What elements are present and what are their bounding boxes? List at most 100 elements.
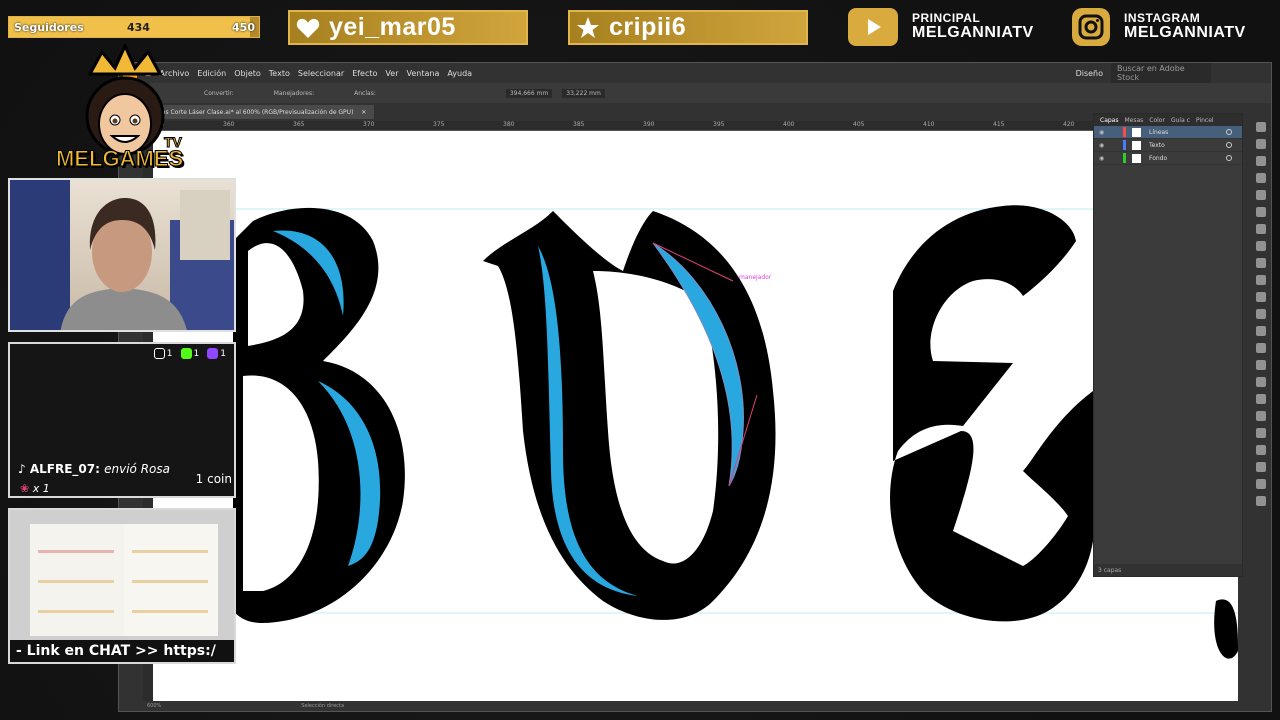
channel-logo-tv: TV	[164, 134, 183, 151]
menu-texto[interactable]: Texto	[269, 69, 290, 78]
horizontal-ruler: 355 360 365 370 375 380 385 390 395 400 …	[153, 121, 1093, 131]
layer-color-swatch	[1123, 153, 1126, 163]
right-tools-strip	[1251, 115, 1271, 705]
tab-brushes[interactable]: Pincel	[1196, 117, 1214, 124]
panel-icon[interactable]	[1256, 224, 1266, 234]
panel-icon[interactable]	[1256, 377, 1266, 387]
convert-label: Convertir:	[204, 89, 234, 97]
tab-artboards[interactable]: Mesas	[1124, 117, 1143, 124]
ruler-tick: 375	[433, 121, 445, 128]
ruler-tick: 420	[1063, 121, 1075, 128]
gift-coin: 1 coin	[195, 472, 232, 486]
panel-icon[interactable]	[1256, 190, 1266, 200]
y-input[interactable]: 33,222 mm	[562, 88, 605, 98]
heart-icon	[293, 13, 323, 43]
close-tab-icon[interactable]: ✕	[361, 109, 366, 116]
alerts-panel: 1 1 1 ♪ ALFRE_07: envió Rosa 1 coin ❀ x …	[8, 342, 236, 498]
panel-icon[interactable]	[1256, 496, 1266, 506]
menu-ayuda[interactable]: Ayuda	[447, 69, 472, 78]
menu-ventana[interactable]: Ventana	[406, 69, 439, 78]
ruler-tick: 365	[293, 121, 305, 128]
panel-icon[interactable]	[1256, 462, 1266, 472]
panel-icon[interactable]	[1256, 445, 1266, 455]
layer-row-lineas[interactable]: ◉ Líneas	[1094, 126, 1242, 139]
gift-user: ALFRE_07:	[29, 462, 100, 476]
rose-icon: ❀	[20, 482, 30, 495]
tab-layers[interactable]: Capas	[1100, 117, 1118, 124]
layers-panel-tabs: Capas Mesas Color Guía c Pincel	[1094, 114, 1242, 126]
status-bar: 600% Selección directa	[119, 701, 1271, 711]
ruler-tick: 395	[713, 121, 725, 128]
panel-icon[interactable]	[1256, 173, 1266, 183]
panel-icon[interactable]	[1256, 122, 1266, 132]
panel-icon[interactable]	[1256, 258, 1266, 268]
layer-row-fondo[interactable]: ◉ Fondo	[1094, 152, 1242, 165]
menu-efecto[interactable]: Efecto	[352, 69, 377, 78]
tab-color-guide[interactable]: Guía c	[1171, 117, 1190, 124]
twitch-count: 1	[220, 349, 226, 359]
panel-icon[interactable]	[1256, 360, 1266, 370]
panel-icon[interactable]	[1256, 428, 1266, 438]
platform-counters: 1 1 1	[153, 348, 226, 359]
panel-icon[interactable]	[1256, 479, 1266, 489]
panel-icon[interactable]	[1256, 139, 1266, 149]
twitch-icon	[207, 348, 219, 359]
panel-icon[interactable]	[1256, 309, 1266, 319]
layer-name: Texto	[1149, 141, 1165, 149]
panel-icon[interactable]	[1256, 207, 1266, 217]
layer-color-swatch	[1123, 140, 1126, 150]
tab-color[interactable]: Color	[1149, 117, 1165, 124]
instagram-handle: MELGANNIATV	[1124, 23, 1246, 41]
ruler-tick: 380	[503, 121, 515, 128]
ruler-tick: 390	[643, 121, 655, 128]
layer-target-icon[interactable]	[1226, 155, 1232, 161]
panel-icon[interactable]	[1256, 156, 1266, 166]
menu-seleccionar[interactable]: Seleccionar	[298, 69, 344, 78]
layer-target-icon[interactable]	[1226, 142, 1232, 148]
panel-icon[interactable]	[1256, 411, 1266, 421]
panel-icon[interactable]	[1256, 326, 1266, 336]
menu-objeto[interactable]: Objeto	[234, 69, 261, 78]
visibility-eye-icon[interactable]: ◉	[1099, 142, 1109, 149]
layer-count: 3 capas	[1098, 566, 1122, 574]
youtube-social: PRINCIPAL MELGANNIATV	[848, 8, 1034, 46]
illustrator-window: Ai ⌂ Archivo Edición Objeto Texto Selecc…	[118, 62, 1272, 712]
panel-icon[interactable]	[1256, 241, 1266, 251]
webcam-feed	[8, 178, 236, 332]
gift-alert: ♪ ALFRE_07: envió Rosa 1 coin	[18, 462, 232, 486]
visibility-eye-icon[interactable]: ◉	[1099, 129, 1109, 136]
ruler-tick: 400	[783, 121, 795, 128]
zoom-level[interactable]: 600%	[147, 703, 161, 709]
workspace-switcher[interactable]: Diseño	[1076, 69, 1103, 78]
ruler-tick: 385	[573, 121, 585, 128]
tiktok-icon	[153, 348, 165, 359]
layer-target-icon[interactable]	[1226, 129, 1232, 135]
letter-shape	[1214, 599, 1238, 659]
panel-icon[interactable]	[1256, 275, 1266, 285]
tiktok-icon: ♪	[18, 462, 26, 476]
product-showcase: - Link en CHAT >> https:/	[8, 508, 236, 664]
ruler-tick: 360	[223, 121, 235, 128]
stock-search-input[interactable]: Buscar en Adobe Stock	[1111, 63, 1211, 83]
ruler-tick: 405	[853, 121, 865, 128]
menu-edicion[interactable]: Edición	[197, 69, 226, 78]
layer-row-texto[interactable]: ◉ Texto	[1094, 139, 1242, 152]
letter-artwork[interactable]: manejador	[153, 131, 1238, 703]
followers-current: 434	[127, 20, 150, 34]
menu-ver[interactable]: Ver	[385, 69, 398, 78]
panel-icon[interactable]	[1256, 292, 1266, 302]
artboard-canvas[interactable]: manejador	[153, 131, 1238, 703]
layer-thumbnail	[1132, 140, 1141, 150]
x-input[interactable]: 394,666 mm	[505, 88, 553, 98]
panel-icon[interactable]	[1256, 394, 1266, 404]
panel-icon[interactable]	[1256, 343, 1266, 353]
recent-subscriber-pill: cripii6	[568, 10, 808, 45]
visibility-eye-icon[interactable]: ◉	[1099, 155, 1109, 162]
youtube-channel: MELGANNIATV	[912, 23, 1034, 41]
ruler-tick: 410	[923, 121, 935, 128]
gift-times: x 1	[32, 482, 50, 495]
layer-name: Líneas	[1149, 128, 1169, 136]
youtube-label: PRINCIPAL	[912, 11, 981, 26]
gift-text: envió Rosa	[104, 462, 170, 476]
product-link-text: - Link en CHAT >> https:/	[10, 640, 234, 662]
